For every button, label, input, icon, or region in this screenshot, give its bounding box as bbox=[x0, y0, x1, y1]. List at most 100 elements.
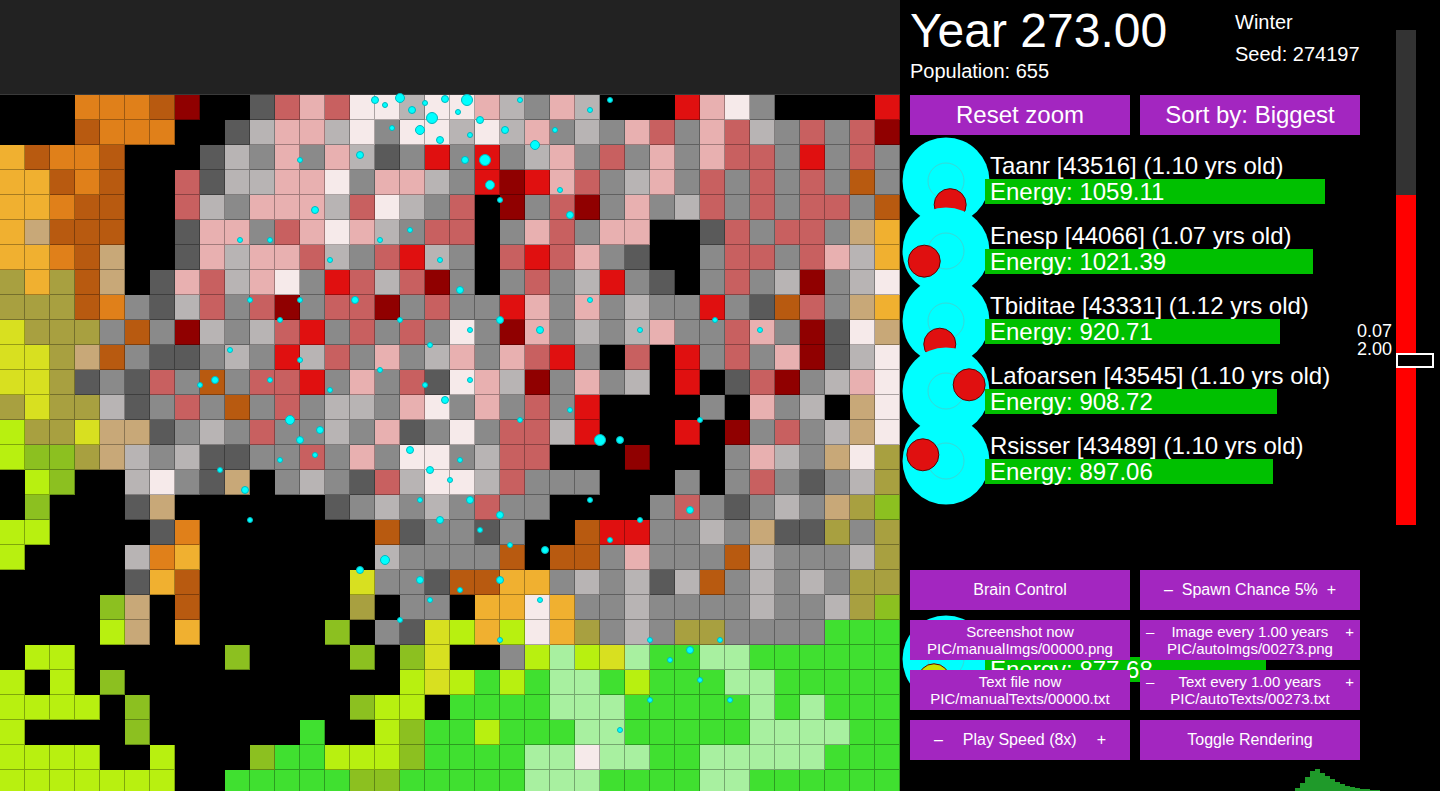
creature-dot[interactable] bbox=[536, 326, 544, 334]
creature-dot[interactable] bbox=[426, 466, 434, 474]
creature-dot[interactable] bbox=[296, 436, 304, 444]
creature-dot[interactable] bbox=[617, 727, 623, 733]
control-button[interactable]: –Text every 1.00 years+PIC/autoTexts/002… bbox=[1140, 670, 1360, 710]
creature-dot[interactable] bbox=[217, 467, 223, 473]
creature-dot[interactable] bbox=[277, 457, 283, 463]
creature-dot[interactable] bbox=[507, 542, 513, 548]
creature-dot[interactable] bbox=[697, 417, 703, 423]
creature-dot[interactable] bbox=[356, 151, 364, 159]
top-button[interactable]: Reset zoom bbox=[910, 95, 1130, 135]
creature-dot[interactable] bbox=[297, 297, 303, 303]
creature-dot[interactable] bbox=[197, 382, 203, 388]
creature-dot[interactable] bbox=[455, 109, 461, 115]
creature-dot[interactable] bbox=[457, 587, 463, 593]
creature-dot[interactable] bbox=[686, 646, 694, 654]
creature-dot[interactable] bbox=[667, 657, 673, 663]
creature-dot[interactable] bbox=[416, 576, 424, 584]
creature-dot[interactable] bbox=[517, 417, 523, 423]
control-button[interactable]: Text file nowPIC/manualTexts/00000.txt bbox=[910, 670, 1130, 710]
creature-dot[interactable] bbox=[587, 297, 593, 303]
creature-dot[interactable] bbox=[297, 357, 303, 363]
creature-dot[interactable] bbox=[496, 576, 504, 584]
creature-dot[interactable] bbox=[380, 555, 390, 565]
creature-dot[interactable] bbox=[377, 367, 383, 373]
creature-dot[interactable] bbox=[587, 497, 593, 503]
creature-dot[interactable] bbox=[441, 396, 449, 404]
creature-dot[interactable] bbox=[530, 140, 540, 150]
minus-button[interactable]: – bbox=[1146, 623, 1154, 640]
creature-dot[interactable] bbox=[467, 327, 473, 333]
creature-dot[interactable] bbox=[686, 506, 694, 514]
creature-dot[interactable] bbox=[537, 597, 543, 603]
creature-dot[interactable] bbox=[501, 126, 509, 134]
creature-dot[interactable] bbox=[607, 97, 613, 103]
plus-button[interactable]: + bbox=[1345, 673, 1354, 690]
creature-dot[interactable] bbox=[327, 257, 333, 263]
creature-dot[interactable] bbox=[637, 327, 643, 333]
creature-dot[interactable] bbox=[541, 546, 549, 554]
creature-dot[interactable] bbox=[397, 317, 403, 323]
control-button[interactable]: Brain Control bbox=[910, 570, 1130, 610]
creature-dot[interactable] bbox=[327, 387, 333, 393]
creature-dot[interactable] bbox=[227, 347, 233, 353]
creature-dot[interactable] bbox=[312, 452, 318, 458]
creature-dot[interactable] bbox=[647, 637, 653, 643]
creature-dot[interactable] bbox=[517, 97, 523, 103]
creature-dot[interactable] bbox=[436, 516, 444, 524]
leaderboard-row[interactable]: Taanr [43516] (1.10 yrs old)Energy: 1059… bbox=[902, 135, 1370, 205]
creature-dot[interactable] bbox=[557, 187, 563, 193]
creature-dot[interactable] bbox=[647, 697, 653, 703]
creature-dot[interactable] bbox=[447, 477, 453, 483]
control-button[interactable]: Toggle Rendering bbox=[1140, 720, 1360, 760]
zoom-slider[interactable]: 0.072.00 bbox=[1370, 0, 1440, 791]
control-button[interactable]: –Spawn Chance 5%+ bbox=[1140, 570, 1360, 610]
creature-dot[interactable] bbox=[377, 237, 383, 243]
creature-dot[interactable] bbox=[594, 434, 606, 446]
creature-dot[interactable] bbox=[637, 517, 643, 523]
slider-handle[interactable] bbox=[1396, 353, 1434, 368]
creature-dot[interactable] bbox=[566, 211, 574, 219]
creature-dot[interactable] bbox=[456, 286, 464, 294]
creature-dot[interactable] bbox=[497, 197, 503, 203]
creature-dot[interactable] bbox=[697, 677, 703, 683]
creature-dot[interactable] bbox=[407, 227, 413, 233]
creature-dot[interactable] bbox=[436, 136, 444, 144]
creature-dot[interactable] bbox=[441, 95, 449, 103]
creature-dot[interactable] bbox=[356, 566, 364, 574]
creature-dot[interactable] bbox=[437, 257, 443, 263]
creature-dot[interactable] bbox=[285, 415, 295, 425]
creature-dot[interactable] bbox=[395, 93, 405, 103]
creature-dot[interactable] bbox=[461, 156, 469, 164]
creature-dot[interactable] bbox=[427, 597, 433, 603]
creature-dot[interactable] bbox=[466, 496, 474, 504]
creature-dot[interactable] bbox=[311, 206, 319, 214]
creature-dot[interactable] bbox=[757, 327, 763, 333]
world-map[interactable] bbox=[0, 0, 900, 791]
creature-dot[interactable] bbox=[567, 407, 573, 413]
creature-dot[interactable] bbox=[587, 107, 593, 113]
plus-button[interactable]: + bbox=[1097, 731, 1106, 749]
creature-dot[interactable] bbox=[397, 617, 403, 623]
plus-button[interactable]: + bbox=[1345, 623, 1354, 640]
creature-dot[interactable] bbox=[479, 154, 491, 166]
leaderboard-row[interactable]: Rsisser [43489] (1.10 yrs old)Energy: 89… bbox=[902, 415, 1370, 485]
creature-dot[interactable] bbox=[496, 511, 504, 519]
creature-dot[interactable] bbox=[497, 637, 503, 643]
creature-dot[interactable] bbox=[371, 96, 379, 104]
creature-dot[interactable] bbox=[247, 517, 253, 523]
control-button[interactable]: –Play Speed (8x)+ bbox=[910, 720, 1130, 760]
creature-dot[interactable] bbox=[426, 112, 438, 124]
minus-button[interactable]: – bbox=[1164, 581, 1173, 599]
creature-dot[interactable] bbox=[408, 106, 416, 114]
creature-dot[interactable] bbox=[417, 497, 423, 503]
creature-dot[interactable] bbox=[297, 157, 303, 163]
minus-button[interactable]: – bbox=[1146, 673, 1154, 690]
creature-dot[interactable] bbox=[415, 125, 425, 135]
creature-dot[interactable] bbox=[712, 317, 718, 323]
creature-dot[interactable] bbox=[476, 116, 484, 124]
top-button[interactable]: Sort by: Biggest bbox=[1140, 95, 1360, 135]
creature-dot[interactable] bbox=[616, 436, 624, 444]
creature-dot[interactable] bbox=[485, 180, 495, 190]
creature-dot[interactable] bbox=[467, 132, 473, 138]
minus-button[interactable]: – bbox=[934, 731, 943, 749]
